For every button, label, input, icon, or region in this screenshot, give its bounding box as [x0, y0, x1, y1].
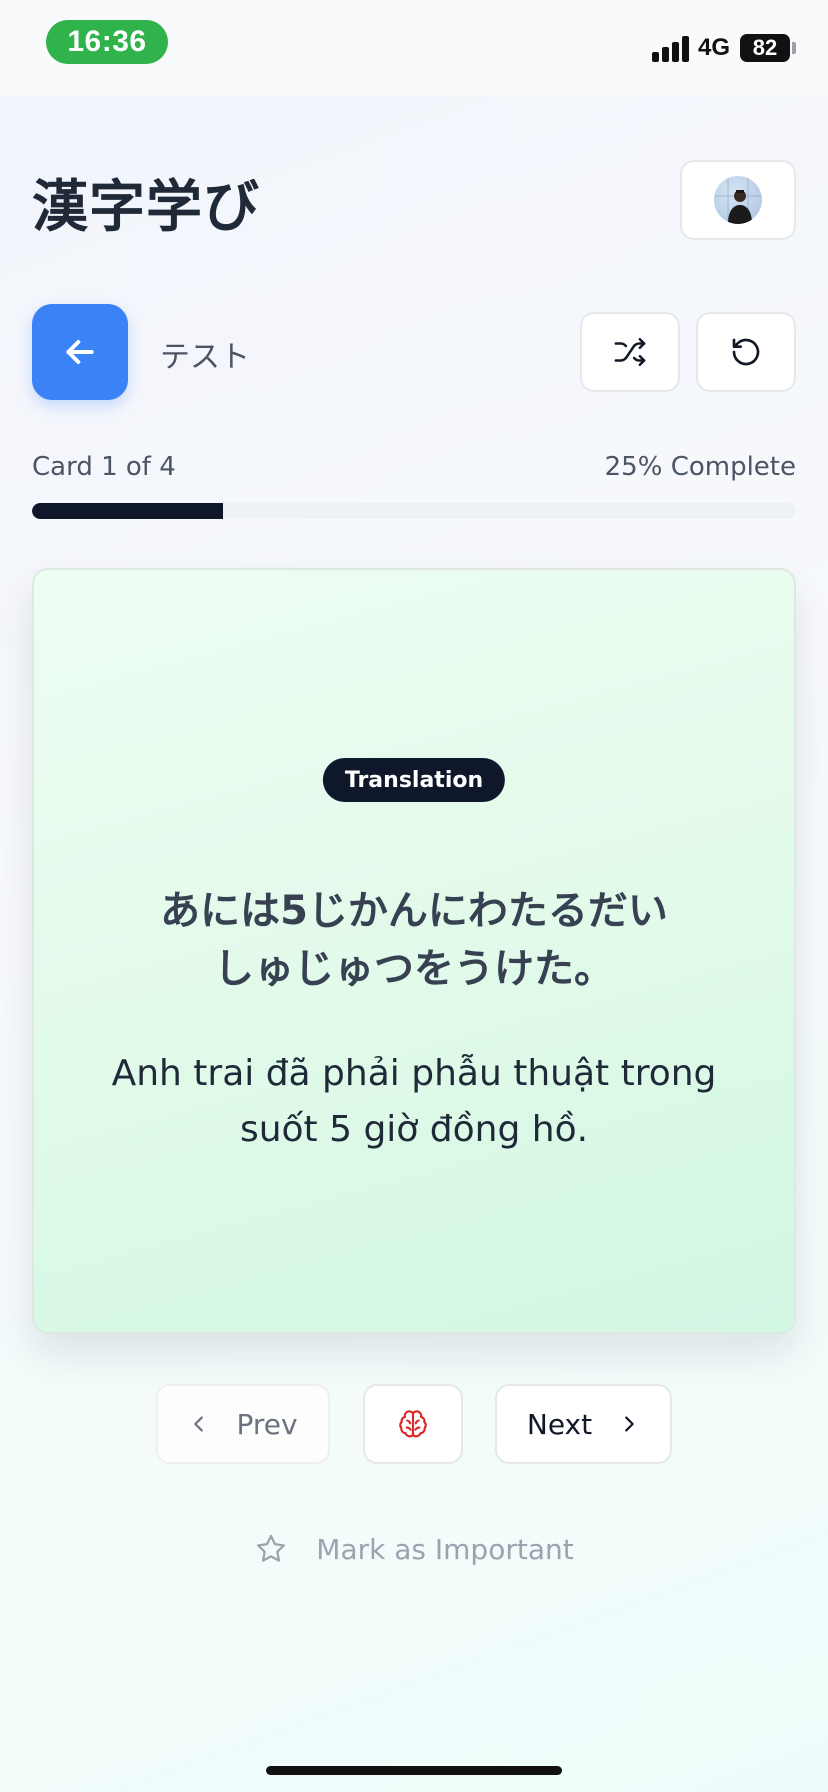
chevron-right-icon	[625, 1416, 634, 1432]
reset-button[interactable]	[696, 312, 796, 392]
user-avatar	[714, 176, 762, 224]
deck-label: テスト	[160, 340, 250, 375]
prev-button[interactable]: Prev	[156, 1384, 330, 1464]
avatar	[714, 176, 762, 224]
page-title: 漢字学び	[32, 175, 260, 240]
status-bar: 16:36 4G 82	[0, 0, 828, 96]
status-time: 16:36	[46, 20, 168, 64]
card-counter: Card 1 of 4	[32, 452, 176, 482]
prev-label: Prev	[236, 1407, 298, 1441]
battery-level: 82	[752, 35, 778, 60]
study-mode-button[interactable]	[363, 1384, 463, 1464]
shuffle-icon	[614, 337, 646, 367]
next-label: Next	[526, 1407, 593, 1441]
chevron-left-icon	[194, 1416, 204, 1432]
signal-icon	[652, 36, 692, 62]
star-icon	[257, 1534, 286, 1562]
profile-button[interactable]	[680, 160, 796, 240]
japanese-line-2: しゅじゅつをうけた。	[214, 946, 614, 992]
home-indicator	[266, 1766, 562, 1775]
brain-icon	[399, 1410, 427, 1438]
progress-fill	[32, 503, 223, 519]
card-type-badge: Translation	[322, 758, 506, 802]
next-button[interactable]: Next	[495, 1384, 672, 1464]
shuffle-button[interactable]	[580, 312, 680, 392]
vietnamese-line-1: Anh trai đã phải phẫu thuật trong	[111, 1053, 717, 1094]
vietnamese-translation: Anh trai đã phải phẫu thuật trong suốt 5…	[94, 1046, 734, 1158]
back-button[interactable]	[32, 304, 128, 400]
progress-bar	[32, 503, 796, 519]
flashcard[interactable]: Translation あには5じかんにわたるだい しゅじゅつをうけた。 Anh…	[32, 568, 796, 1334]
japanese-sentence: あには5じかんにわたるだい しゅじゅつをうけた。	[94, 882, 734, 998]
battery-icon: 82	[740, 34, 790, 62]
battery-tip	[792, 42, 796, 54]
rotate-ccw-icon	[732, 338, 760, 366]
network-type: 4G	[698, 34, 731, 61]
arrow-left-icon	[66, 340, 94, 364]
mark-important-button[interactable]: Mark as Important	[0, 1532, 828, 1566]
japanese-line-1: あには5じかんにわたるだい	[160, 888, 668, 934]
vietnamese-line-2: suốt 5 giờ đồng hồ.	[239, 1109, 589, 1150]
progress-percent-label: 25% Complete	[604, 452, 796, 482]
mark-important-label: Mark as Important	[316, 1532, 574, 1566]
